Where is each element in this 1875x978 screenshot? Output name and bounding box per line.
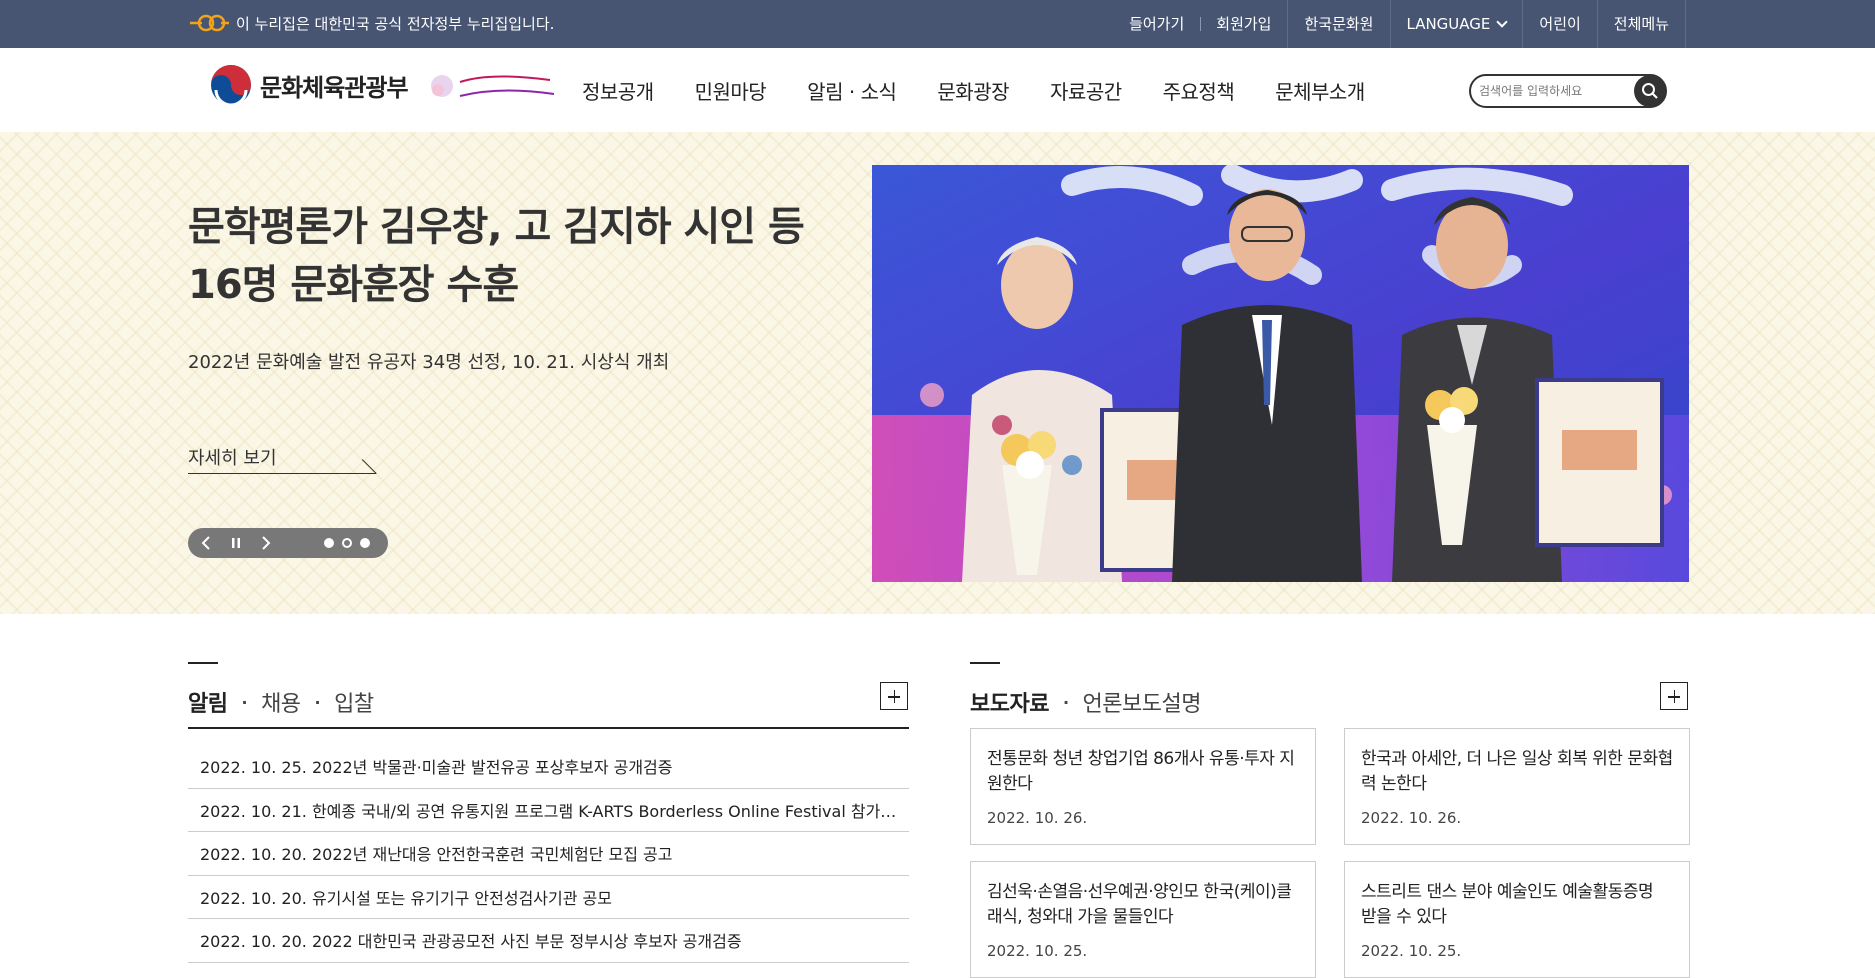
login-link[interactable]: 들어가기	[1113, 0, 1200, 48]
tab-press-explanation[interactable]: 언론보도설명	[1083, 686, 1202, 718]
list-item-text: 2022. 10. 21. 한예종 국내/외 공연 유통지원 프로그램 K-AR…	[200, 801, 900, 821]
site-header: 문화체육관광부 정보공개 민원마당 알림 · 소식 문화광장 자료공간 주요정책…	[0, 48, 1875, 132]
press-card-title: 스트리트 댄스 분야 예술인도 예술활동증명 받을 수 있다	[1361, 882, 1654, 927]
press-tabs: 보도자료 · 언론보도설명	[970, 686, 1202, 718]
read-more-link[interactable]: 자세히 보기	[188, 444, 378, 474]
chevron-right-icon	[262, 536, 271, 550]
press-card-date: 2022. 10. 26.	[1361, 809, 1462, 827]
chevron-left-icon	[201, 536, 210, 550]
search-input[interactable]	[1479, 81, 1629, 101]
notice-section-rule	[188, 727, 909, 729]
utility-links: 들어가기 회원가입 한국문화원 LANGUAGE 어린이 전체메뉴	[1113, 0, 1686, 48]
kids-link[interactable]: 어린이	[1522, 0, 1596, 48]
nav-resources[interactable]: 자료공간	[1050, 76, 1122, 105]
prev-slide-button[interactable]	[194, 528, 218, 558]
arrow-right-icon	[361, 459, 377, 474]
hero-subtitle: 2022년 문화예술 발전 유공자 34명 선정, 10. 21. 시상식 개최	[188, 352, 670, 373]
all-menu-link[interactable]: 전체메뉴	[1596, 0, 1686, 48]
nav-about-ministry[interactable]: 문체부소개	[1275, 76, 1365, 105]
gov-banner-bar: 이 누리집은 대한민국 공식 전자정부 누리집입니다. 들어가기 회원가입 한국…	[0, 0, 1875, 48]
slide-dot-1[interactable]	[324, 538, 334, 548]
press-card[interactable]: 한국과 아세안, 더 나은 일상 회복 위한 문화협력 논한다 2022. 10…	[1344, 728, 1690, 845]
gov-official-badge: 이 누리집은 대한민국 공식 전자정부 누리집입니다.	[188, 12, 554, 34]
pause-icon	[232, 538, 240, 548]
press-card-title: 전통문화 청년 창업기업 86개사 유통·투자 지원한다	[987, 749, 1295, 794]
press-card[interactable]: 전통문화 청년 창업기업 86개사 유통·투자 지원한다 2022. 10. 2…	[970, 728, 1316, 845]
list-item-text: 2022. 10. 20. 유기시설 또는 유기기구 안전성검사기관 공모	[200, 888, 612, 908]
press-section-dash	[970, 662, 1000, 664]
press-card-date: 2022. 10. 25.	[987, 942, 1088, 960]
tab-bid[interactable]: 입찰	[334, 686, 374, 718]
taegeuk-emblem-icon	[211, 65, 251, 106]
hero-ceremony-photo[interactable]	[872, 165, 1689, 582]
tab-notice[interactable]: 알림	[188, 686, 228, 718]
list-item[interactable]: 2022. 10. 20. 유기시설 또는 유기기구 안전성검사기관 공모	[188, 876, 909, 919]
press-card-title: 한국과 아세안, 더 나은 일상 회복 위한 문화협력 논한다	[1361, 749, 1673, 794]
nav-civil-service[interactable]: 민원마당	[695, 76, 767, 105]
slide-indicators	[324, 538, 378, 548]
ministry-name: 문화체육관광부	[260, 73, 409, 102]
nav-info-disclosure[interactable]: 정보공개	[582, 76, 654, 105]
nav-news[interactable]: 알림 · 소식	[807, 76, 897, 105]
notice-more-button[interactable]	[880, 682, 908, 710]
list-item[interactable]: 2022. 10. 25. 2022년 박물관·미술관 발전유공 포상후보자 공…	[188, 745, 909, 789]
search-icon	[1642, 83, 1658, 99]
press-card-title: 김선욱·손열음·선우예권·양인모 한국(케이)클래식, 청와대 가을 물들인다	[987, 882, 1292, 927]
press-card-date: 2022. 10. 26.	[987, 809, 1088, 827]
gov-notice-text: 이 누리집은 대한민국 공식 전자정부 누리집입니다.	[236, 14, 555, 33]
read-more-label: 자세히 보기	[188, 448, 277, 469]
tab-press-release[interactable]: 보도자료	[970, 686, 1049, 718]
list-item[interactable]: 2022. 10. 20. 2022 대한민국 관광공모전 사진 부문 정부시상…	[188, 919, 909, 963]
tab-separator: ·	[314, 692, 321, 712]
gov-logo-icon	[190, 14, 229, 32]
language-label: LANGUAGE	[1406, 15, 1491, 33]
tab-separator: ·	[241, 692, 248, 712]
notice-list: 2022. 10. 25. 2022년 박물관·미술관 발전유공 포상후보자 공…	[188, 745, 909, 963]
chevron-down-icon	[1496, 15, 1509, 28]
read-more-underline	[188, 473, 376, 474]
language-dropdown[interactable]: LANGUAGE	[1389, 0, 1523, 48]
ministry-logo[interactable]: 문화체육관광부	[210, 64, 409, 106]
nav-key-policies[interactable]: 주요정책	[1163, 76, 1235, 105]
main-navigation: 정보공개 민원마당 알림 · 소식 문화광장 자료공간 주요정책 문체부소개	[582, 48, 1406, 132]
search-box	[1469, 74, 1667, 108]
slide-controls	[188, 528, 388, 558]
signup-link[interactable]: 회원가입	[1200, 0, 1287, 48]
list-item-text: 2022. 10. 20. 2022년 재난대응 안전한국훈련 국민체험단 모집…	[200, 845, 673, 865]
slide-dot-3[interactable]	[360, 538, 370, 548]
tab-separator: ·	[1062, 692, 1069, 712]
tab-recruit[interactable]: 채용	[261, 686, 301, 718]
next-slide-button[interactable]	[254, 528, 278, 558]
press-more-button[interactable]	[1660, 682, 1688, 710]
pause-slide-button[interactable]	[224, 528, 248, 558]
slogan-logo	[431, 75, 555, 97]
search-button[interactable]	[1634, 75, 1666, 107]
press-card[interactable]: 스트리트 댄스 분야 예술인도 예술활동증명 받을 수 있다 2022. 10.…	[1344, 861, 1690, 978]
press-card-date: 2022. 10. 25.	[1361, 942, 1462, 960]
korean-cultural-center-link[interactable]: 한국문화원	[1287, 0, 1389, 48]
hero-title: 문학평론가 김우창, 고 김지하 시인 등 16명 문화훈장 수훈	[188, 204, 805, 308]
notice-section-dash	[188, 662, 218, 664]
notice-tabs: 알림 · 채용 · 입찰	[188, 686, 374, 718]
list-item-text: 2022. 10. 25. 2022년 박물관·미술관 발전유공 포상후보자 공…	[200, 758, 673, 778]
press-card[interactable]: 김선욱·손열음·선우예권·양인모 한국(케이)클래식, 청와대 가을 물들인다 …	[970, 861, 1316, 978]
list-item[interactable]: 2022. 10. 20. 2022년 재난대응 안전한국훈련 국민체험단 모집…	[188, 832, 909, 876]
hero-banner: 문학평론가 김우창, 고 김지하 시인 등 16명 문화훈장 수훈 2022년 …	[0, 132, 1875, 614]
slide-dot-2[interactable]	[342, 538, 352, 548]
nav-culture-plaza[interactable]: 문화광장	[937, 76, 1009, 105]
list-item[interactable]: 2022. 10. 21. 한예종 국내/외 공연 유통지원 프로그램 K-AR…	[188, 789, 909, 832]
